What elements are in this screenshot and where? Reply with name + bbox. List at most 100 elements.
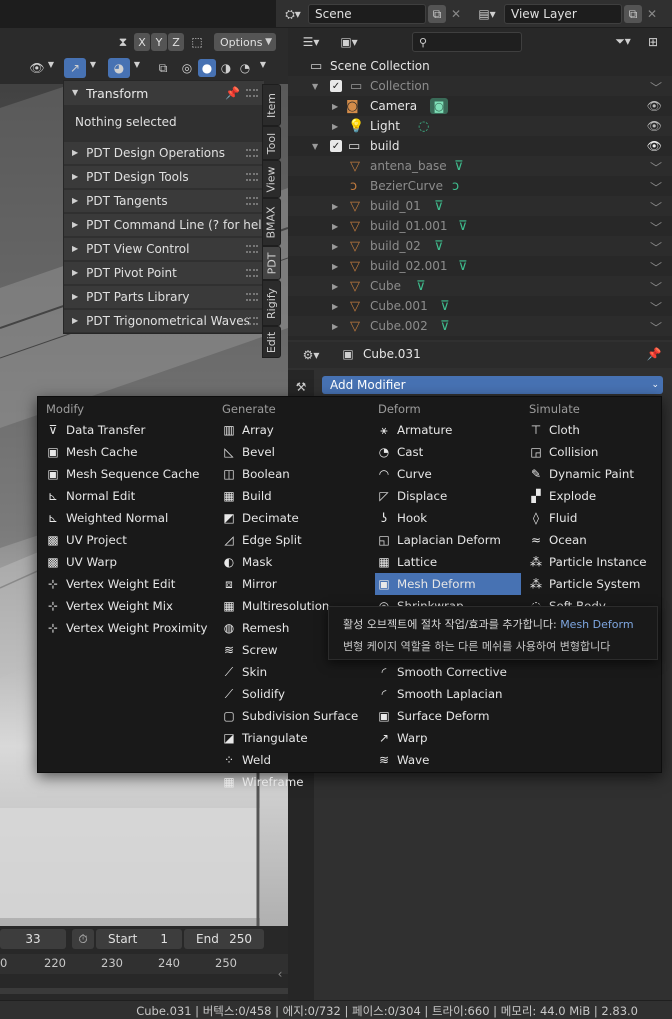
transform-panel-header[interactable]: ▼ Transform 📌 bbox=[64, 81, 264, 105]
chevron-down-icon[interactable]: ▼ bbox=[312, 82, 318, 91]
timeline[interactable]: 33 ⏱ Start 1 End 250 0 220 230 240 250 ‹ bbox=[0, 926, 288, 1000]
outliner-search-input[interactable]: ⚲ bbox=[412, 32, 522, 52]
mesh-data-icon[interactable]: ⊽ bbox=[440, 319, 450, 334]
drag-handle-icon[interactable] bbox=[246, 317, 258, 325]
tab-item[interactable]: Item bbox=[262, 84, 281, 126]
close-icon[interactable]: ✕ bbox=[643, 5, 661, 23]
panel-pdt-design-operations[interactable]: ▶ PDT Design Operations bbox=[64, 142, 264, 164]
menu-item-mesh-cache[interactable]: ▣ Mesh Cache bbox=[44, 441, 214, 463]
menu-item-uv-warp[interactable]: ▩ UV Warp bbox=[44, 551, 214, 573]
menu-item-smooth-corrective[interactable]: ◜ Smooth Corrective bbox=[375, 661, 521, 683]
eye-icon[interactable]: 👁 bbox=[647, 99, 662, 113]
menu-item-dynamic-paint[interactable]: ✎ Dynamic Paint bbox=[527, 463, 657, 485]
panel-pdt-command-line[interactable]: ▶ PDT Command Line (? for help) bbox=[64, 214, 274, 236]
scene-icon[interactable]: ⛭▾ bbox=[280, 6, 306, 22]
menu-item-warp[interactable]: ↗ Warp bbox=[375, 727, 521, 749]
options-dropdown[interactable]: Options ▼ bbox=[214, 33, 276, 51]
xray-icon[interactable]: ⧉ bbox=[155, 60, 171, 76]
chevron-right-icon[interactable]: ▶ bbox=[332, 262, 338, 271]
tab-bmax[interactable]: BMAX bbox=[262, 198, 281, 246]
drag-handle-icon[interactable] bbox=[246, 149, 258, 157]
outliner-row-cube[interactable]: ▶ ▽ Cube ⊽ ﹀ bbox=[288, 276, 672, 296]
mirror-toggle-icon[interactable]: ⧗ bbox=[115, 34, 131, 50]
mesh-data-icon[interactable]: ⊽ bbox=[454, 159, 464, 174]
filter-view-icon[interactable]: ▣▾ bbox=[336, 34, 362, 50]
menu-item-triangulate[interactable]: ◪ Triangulate bbox=[220, 727, 370, 749]
menu-item-array[interactable]: ▥ Array bbox=[220, 419, 370, 441]
axis-z-button[interactable]: Z bbox=[168, 33, 184, 51]
panel-pdt-parts-library[interactable]: ▶ PDT Parts Library bbox=[64, 286, 264, 308]
chevron-down-icon[interactable]: ▼ bbox=[132, 61, 142, 69]
drag-handle-icon[interactable] bbox=[246, 173, 258, 181]
chevron-right-icon[interactable]: ▶ bbox=[332, 242, 338, 251]
menu-item-skin[interactable]: ⟋ Skin bbox=[220, 661, 370, 683]
outliner-row-cube-001[interactable]: ▶ ▽ Cube.001 ⊽ ﹀ bbox=[288, 296, 672, 316]
snap-icon[interactable]: ⬚ bbox=[189, 34, 205, 50]
new-collection-icon[interactable]: ⊞ bbox=[644, 33, 662, 51]
menu-item-lattice[interactable]: ▦ Lattice bbox=[375, 551, 521, 573]
menu-item-particle-system[interactable]: ⁂ Particle System bbox=[527, 573, 657, 595]
menu-item-boolean[interactable]: ◫ Boolean bbox=[220, 463, 370, 485]
chevron-down-icon[interactable]: ▼ bbox=[312, 142, 318, 151]
menu-item-collision[interactable]: ◲ Collision bbox=[527, 441, 657, 463]
outliner-row-build-02-001[interactable]: ▶ ▽ build_02.001 ⊽ ﹀ bbox=[288, 256, 672, 276]
outliner-row-cube-002[interactable]: ▶ ▽ Cube.002 ⊽ ﹀ bbox=[288, 316, 672, 336]
chevron-left-icon[interactable]: ‹ bbox=[274, 966, 286, 982]
new-scene-icon[interactable]: ⧉ bbox=[428, 5, 446, 23]
overlay-toggle-button[interactable]: ◕ bbox=[108, 58, 130, 78]
chevron-right-icon[interactable]: ▶ bbox=[332, 102, 338, 111]
start-frame-field[interactable]: Start 1 bbox=[96, 929, 182, 949]
wireframe-shading-icon[interactable]: ◎ bbox=[179, 60, 195, 76]
panel-pdt-design-tools[interactable]: ▶ PDT Design Tools bbox=[64, 166, 264, 188]
chevron-down-icon[interactable]: ▼ bbox=[46, 61, 56, 69]
timeline-scrollbar[interactable] bbox=[0, 988, 288, 994]
mesh-data-icon[interactable]: ⊽ bbox=[440, 299, 450, 314]
menu-item-cloth[interactable]: ⊤ Cloth bbox=[527, 419, 657, 441]
menu-item-bevel[interactable]: ◺ Bevel bbox=[220, 441, 370, 463]
chevron-down-icon[interactable]: ﹀ bbox=[650, 279, 662, 296]
scene-field[interactable]: Scene bbox=[308, 4, 426, 24]
new-view-layer-icon[interactable]: ⧉ bbox=[624, 5, 642, 23]
close-icon[interactable]: ✕ bbox=[447, 5, 465, 23]
menu-item-build[interactable]: ▦ Build bbox=[220, 485, 370, 507]
tab-pdt[interactable]: PDT bbox=[262, 246, 281, 280]
mesh-data-icon[interactable]: ⊽ bbox=[458, 259, 468, 274]
menu-item-subdivision-surface[interactable]: ▢ Subdivision Surface bbox=[220, 705, 370, 727]
display-mode-icon[interactable]: ☰▾ bbox=[298, 34, 324, 50]
menu-item-normal-edit[interactable]: ⊾ Normal Edit bbox=[44, 485, 214, 507]
chevron-down-icon[interactable]: ﹀ bbox=[650, 299, 662, 316]
menu-item-weld[interactable]: ⁘ Weld bbox=[220, 749, 370, 771]
view-layer-field[interactable]: View Layer bbox=[504, 4, 622, 24]
exclude-checkbox[interactable]: ✓ bbox=[330, 80, 342, 92]
chevron-down-icon[interactable]: ﹀ bbox=[650, 179, 662, 196]
menu-item-fluid[interactable]: ◊ Fluid bbox=[527, 507, 657, 529]
chevron-right-icon[interactable]: ▶ bbox=[332, 302, 338, 311]
outliner-row-antena-base[interactable]: ▽ antena_base ⊽ ﹀ bbox=[288, 156, 672, 176]
tab-rigify[interactable]: Rigify bbox=[262, 280, 281, 326]
menu-item-edge-split[interactable]: ◿ Edge Split bbox=[220, 529, 370, 551]
mesh-data-icon[interactable]: ⊽ bbox=[458, 219, 468, 234]
drag-handle-icon[interactable] bbox=[246, 197, 258, 205]
menu-item-hook[interactable]: ʖ Hook bbox=[375, 507, 521, 529]
mesh-data-icon[interactable]: ⊽ bbox=[434, 239, 444, 254]
chevron-down-icon[interactable]: ﹀ bbox=[650, 79, 662, 96]
menu-item-laplacian-deform[interactable]: ◱ Laplacian Deform bbox=[375, 529, 521, 551]
pin-icon[interactable]: 📌 bbox=[225, 87, 240, 99]
panel-pdt-view-control[interactable]: ▶ PDT View Control bbox=[64, 238, 264, 260]
chevron-right-icon[interactable]: ▶ bbox=[332, 202, 338, 211]
chevron-down-icon[interactable]: ▼ bbox=[88, 61, 98, 69]
menu-item-vertex-weight-mix[interactable]: ⊹ Vertex Weight Mix bbox=[44, 595, 214, 617]
tab-tool[interactable]: Tool bbox=[262, 126, 281, 160]
view-layer-icon[interactable]: ▤▾ bbox=[474, 6, 500, 22]
curve-data-icon[interactable]: ↄ bbox=[452, 179, 459, 194]
menu-item-decimate[interactable]: ◩ Decimate bbox=[220, 507, 370, 529]
menu-item-explode[interactable]: ▞ Explode bbox=[527, 485, 657, 507]
menu-item-displace[interactable]: ◸ Displace bbox=[375, 485, 521, 507]
menu-item-mask[interactable]: ◐ Mask bbox=[220, 551, 370, 573]
outliner-row-build-01-001[interactable]: ▶ ▽ build_01.001 ⊽ ﹀ bbox=[288, 216, 672, 236]
menu-item-curve[interactable]: ◠ Curve bbox=[375, 463, 521, 485]
editor-type-icon[interactable]: ⚙▾ bbox=[298, 347, 324, 363]
axis-y-button[interactable]: Y bbox=[151, 33, 167, 51]
camera-data-icon[interactable]: ◙ bbox=[430, 98, 448, 114]
chevron-right-icon[interactable]: ▶ bbox=[332, 122, 338, 131]
